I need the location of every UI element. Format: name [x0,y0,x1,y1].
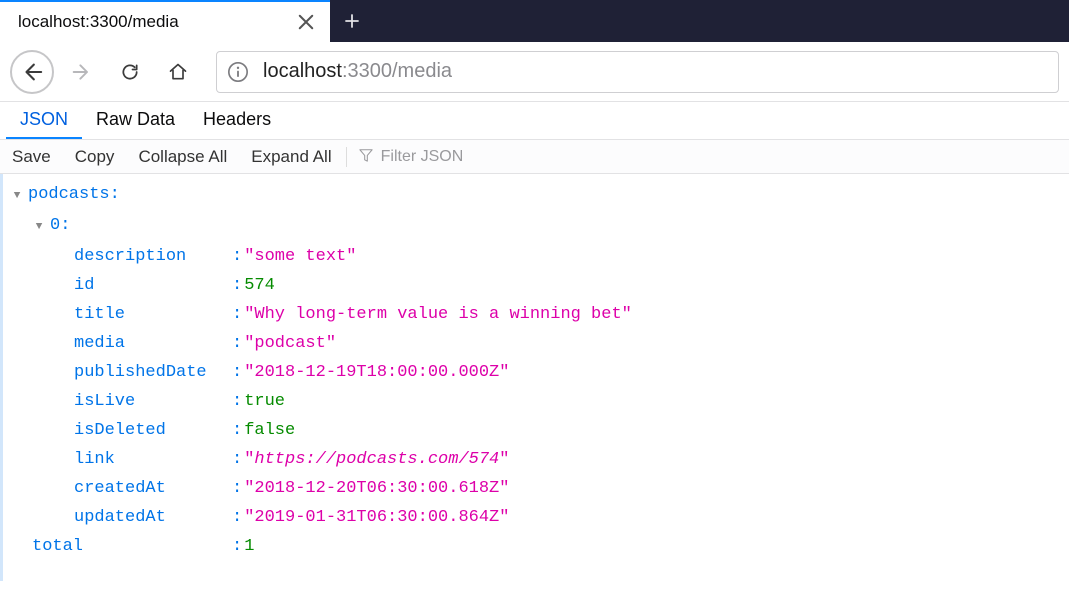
json-row-createdat[interactable]: createdAt: "2018-12-20T06:30:00.618Z" [10,474,1059,503]
json-row-id[interactable]: id: 574 [10,271,1059,300]
json-key-podcasts[interactable]: podcasts: [10,180,1059,211]
json-value: "some text" [244,242,356,271]
json-row-link[interactable]: link: "https://podcasts.com/574" [10,445,1059,474]
json-key-label: publishedDate [74,358,232,387]
home-button[interactable] [158,52,198,92]
json-key-label: updatedAt [74,503,232,532]
filter-json[interactable] [349,147,589,167]
json-key-label: isLive [74,387,232,416]
json-key-label: title [74,300,232,329]
tab-strip: localhost:3300/media [0,0,1069,42]
json-row-isdeleted[interactable]: isDeleted: false [10,416,1059,445]
json-toolbar: Save Copy Collapse All Expand All [0,140,1069,174]
json-key-label: createdAt [74,474,232,503]
json-key-label: isDeleted [74,416,232,445]
json-key-index-0[interactable]: 0: [10,211,1059,242]
json-row-updatedat[interactable]: updatedAt: "2019-01-31T06:30:00.864Z" [10,503,1059,532]
copy-button[interactable]: Copy [63,140,127,173]
navbar: localhost:3300/media [0,42,1069,102]
reload-button[interactable] [110,52,150,92]
caret-icon[interactable] [10,182,24,211]
json-key-label: 0 [50,211,60,240]
json-row-title[interactable]: title: "Why long-term value is a winning… [10,300,1059,329]
collapse-all-button[interactable]: Collapse All [126,140,239,173]
close-icon[interactable] [296,12,316,32]
url-host: localhost [263,60,342,82]
json-value: false [244,416,295,445]
info-icon[interactable] [227,61,249,83]
tab-headers[interactable]: Headers [189,102,285,139]
back-button[interactable] [10,50,54,94]
save-button[interactable]: Save [0,140,63,173]
json-row-publisheddate[interactable]: publishedDate: "2018-12-19T18:00:00.000Z… [10,358,1059,387]
caret-icon[interactable] [32,213,46,242]
forward-button[interactable] [62,52,102,92]
json-value: "2018-12-20T06:30:00.618Z" [244,474,509,503]
json-key-label: id [74,271,232,300]
url-bar[interactable]: localhost:3300/media [216,51,1059,93]
filter-icon [359,147,373,167]
json-row-media[interactable]: media: "podcast" [10,329,1059,358]
json-value: 1 [244,532,254,561]
json-value: "2018-12-19T18:00:00.000Z" [244,358,509,387]
filter-json-input[interactable] [379,147,579,167]
json-row-description[interactable]: description: "some text" [10,242,1059,271]
json-row-islive[interactable]: isLive: true [10,387,1059,416]
json-value: "podcast" [244,329,336,358]
json-key-label: total [32,532,232,561]
json-value[interactable]: "https://podcasts.com/574" [244,445,509,474]
json-tree: podcasts: 0: description: "some text" id… [0,174,1069,581]
new-tab-button[interactable] [330,0,374,42]
tab-raw-data[interactable]: Raw Data [82,102,189,139]
browser-tab[interactable]: localhost:3300/media [0,0,330,42]
json-value: "Why long-term value is a winning bet" [244,300,632,329]
url-path: :3300/media [342,60,452,82]
expand-all-button[interactable]: Expand All [239,140,343,173]
json-value: 574 [244,271,275,300]
json-key-label: podcasts [28,180,110,209]
url-text: localhost:3300/media [263,60,452,83]
json-value: true [244,387,285,416]
tab-title: localhost:3300/media [18,12,284,32]
json-key-label: link [74,445,232,474]
json-key-label: media [74,329,232,358]
json-key-label: description [74,242,232,271]
json-value: "2019-01-31T06:30:00.864Z" [244,503,509,532]
toolbar-separator [346,147,347,167]
tab-json[interactable]: JSON [6,102,82,139]
view-tabs: JSON Raw Data Headers [0,102,1069,140]
json-row-total[interactable]: total: 1 [10,532,1059,561]
